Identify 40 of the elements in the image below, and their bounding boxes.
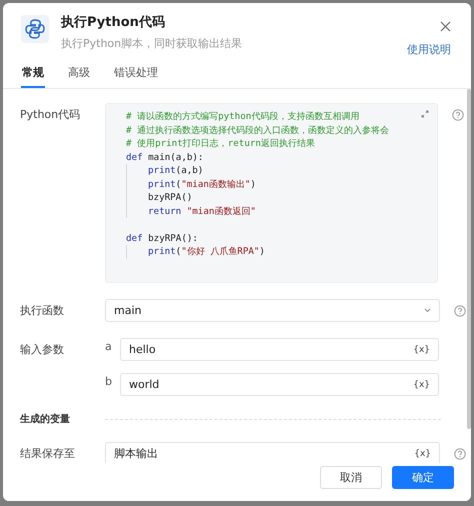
- chevron-down-icon: [424, 308, 431, 313]
- field-label: Python代码: [20, 107, 82, 122]
- section-title: 生成的变量: [20, 412, 70, 426]
- code-line: return "mian函数返回": [126, 204, 256, 218]
- help-icon[interactable]: [454, 305, 466, 317]
- param-name: a: [105, 339, 111, 353]
- dialog-subtitle: 执行Python脚本，同时获取输出结果: [61, 36, 244, 51]
- help-icon[interactable]: [454, 448, 466, 460]
- cancel-button[interactable]: 取消: [320, 466, 382, 489]
- function-select[interactable]: main: [105, 299, 440, 322]
- field-label: 输入参数: [20, 342, 65, 357]
- code-editor[interactable]: # 请以函数的方式编写python代码段，支持函数互相调用 # 通过执行函数选项选择代码段的入口函数，函数定义的入参将会 # 使用print打印日志，return返回执行结果 def main(a,b): print(a,b) print("mian函数输出") bzyRPA() return "mian函数返回" def bzyRPA(): print("你好 八爪鱼RPA"): [105, 103, 438, 283]
- expand-icon[interactable]: [421, 110, 429, 118]
- scrollbar[interactable]: [467, 89, 471, 429]
- input-field[interactable]: hello {x}: [120, 338, 439, 361]
- field-label: 结果保存至: [20, 446, 76, 461]
- confirm-button[interactable]: 确定: [392, 466, 454, 489]
- input-field[interactable]: world {x}: [120, 373, 439, 396]
- code-line: print("mian函数输出"): [126, 178, 256, 191]
- code-line: # 通过执行函数选项选择代码段的入口函数，函数定义的入参将会: [126, 124, 390, 137]
- tab[interactable]: 高级: [67, 65, 91, 88]
- variable-button[interactable]: {x}: [413, 380, 430, 390]
- param-name: b: [105, 374, 111, 388]
- help-link[interactable]: 使用说明: [407, 42, 451, 57]
- variable-button[interactable]: {x}: [414, 448, 431, 458]
- code-line: def bzyRPA():: [126, 232, 198, 245]
- code-line: # 使用print打印日志，return返回执行结果: [126, 137, 315, 150]
- field-label: 执行函数: [20, 303, 65, 318]
- tab[interactable]: 错误处理: [113, 65, 159, 88]
- tab[interactable]: 常规: [21, 65, 45, 88]
- variable-button[interactable]: {x}: [413, 344, 430, 354]
- help-icon[interactable]: [452, 109, 464, 121]
- python-logo-icon: [21, 15, 49, 43]
- code-line: print(a,b): [126, 164, 204, 178]
- dialog-title: 执行Python代码: [61, 14, 166, 31]
- code-line: print("你好 八爪鱼RPA"): [126, 245, 265, 258]
- code-line: def main(a,b):: [126, 150, 204, 164]
- code-line: # 请以函数的方式编写python代码段，支持函数互相调用: [126, 110, 360, 124]
- close-icon[interactable]: [440, 21, 451, 32]
- code-line: bzyRPA(): [126, 191, 192, 204]
